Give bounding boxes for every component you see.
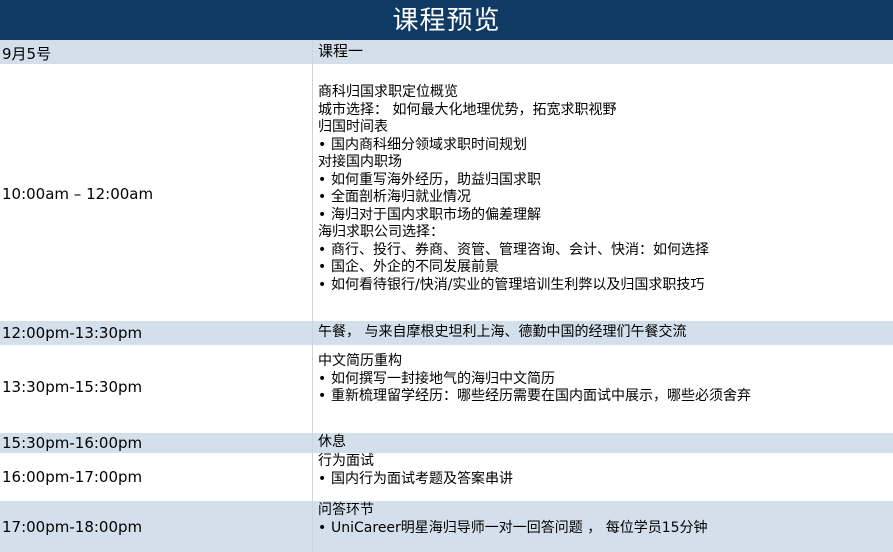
column-divider [312, 433, 313, 453]
line-text: 国内商科细分领域求职时间规划 [331, 136, 527, 153]
time-cell: 16:00pm-17:00pm [2, 468, 143, 486]
table-row: 10:00am – 12:00am 商科归国求职定位概览 城市选择： 如何最大化地… [0, 64, 893, 321]
bullet-icon: • [318, 470, 327, 487]
content-cell: 商科归国求职定位概览 城市选择： 如何最大化地理优势，拓宽求职视野 归国时间表 • 国内… [318, 84, 888, 294]
bullet-item: • 如何看待银行/快消/实业的管理培训生利弊以及归国求职技巧 [318, 277, 888, 295]
section-heading: 休息 [318, 434, 888, 452]
line-text: 午餐， 与来自摩根史坦利上海、德勤中国的经理们午餐交流 [318, 324, 687, 340]
line-text: 如何看待银行/快消/实业的管理培训生利弊以及归国求职技巧 [331, 276, 705, 293]
section-heading: 行为面试 [318, 453, 888, 471]
section-heading: 海归求职公司选择： [318, 224, 888, 242]
bullet-icon: • [318, 241, 327, 258]
section-heading: 问答环节 [318, 502, 888, 520]
section-heading: 商科归国求职定位概览 [318, 84, 888, 102]
time-cell: 10:00am – 12:00am [2, 185, 154, 203]
table-row: 13:30pm-15:30pm 中文简历重构 • 如何撰写一封接地气的海归中文简历 •… [0, 345, 893, 433]
content-cell: 中文简历重构 • 如何撰写一封接地气的海归中文简历 • 重新梳理留学经历：哪些经历需要在… [318, 353, 888, 406]
bullet-item: • 海归对于国内求职市场的偏差理解 [318, 207, 888, 225]
bullet-icon: • [318, 259, 327, 275]
table-row: 17:00pm-18:00pm 问答环节 • UniCareer明星海归导师一对一回… [0, 501, 893, 552]
bullet-item: • 商行、投行、券商、资管、管理咨询、会计、快消：如何选择 [318, 242, 888, 260]
line-text: UniCareer明星海归导师一对一回答问题 ， 每位学员15分钟 [331, 519, 708, 536]
bullet-item: • 重新梳理留学经历：哪些经历需要在国内面试中展示，哪些必须舍弃 [318, 388, 888, 406]
section-heading: 中文简历重构 [318, 353, 888, 371]
bullet-item: • 国内商科细分领域求职时间规划 [318, 137, 888, 155]
table-row: 16:00pm-17:00pm 行为面试 • 国内行为面试考题及答案串讲 [0, 453, 893, 501]
line-text: 商科归国求职定位概览 [318, 84, 458, 100]
bullet-item: • 国内行为面试考题及答案串讲 [318, 471, 888, 489]
section-heading: 对接国内职场 [318, 154, 888, 172]
line-text: 如何撰写一封接地气的海归中文简历 [331, 370, 555, 387]
bullet-item: • 如何重写海外经历，助益归国求职 [318, 172, 888, 190]
line-text: 商行、投行、券商、资管、管理咨询、会计、快消：如何选择 [331, 241, 709, 258]
section-heading: 午餐， 与来自摩根史坦利上海、德勤中国的经理们午餐交流 [318, 324, 888, 342]
line-text: 对接国内职场 [318, 154, 402, 170]
time-cell: 17:00pm-18:00pm [2, 518, 143, 536]
line-text: 海归求职公司选择： [318, 224, 444, 240]
bullet-icon: • [318, 370, 327, 387]
table-row: 15:30pm-16:00pm 休息 [0, 433, 893, 453]
bullet-icon: • [318, 136, 327, 153]
line-text: 休息 [318, 434, 346, 450]
content-cell: 行为面试 • 国内行为面试考题及答案串讲 [318, 453, 888, 488]
date-header: 9月5号 [2, 45, 52, 63]
content-cell: 问答环节 • UniCareer明星海归导师一对一回答问题 ， 每位学员15分钟 [318, 502, 888, 537]
bullet-icon: • [318, 276, 327, 293]
page-title: 课程预览 [0, 0, 893, 40]
bullet-icon: • [318, 189, 327, 205]
line-text: 问答环节 [318, 502, 374, 518]
table-row: 12:00pm-13:30pm 午餐， 与来自摩根史坦利上海、德勤中国的经理们午… [0, 321, 893, 345]
time-cell: 12:00pm-13:30pm [2, 324, 143, 342]
line-text: 如何重写海外经历，助益归国求职 [331, 171, 541, 188]
column-divider [312, 453, 313, 501]
content-cell: 休息 [318, 434, 888, 452]
column-divider [312, 345, 313, 433]
column-divider [312, 64, 313, 321]
section-heading: 城市选择： 如何最大化地理优势，拓宽求职视野 [318, 102, 888, 120]
table-header-row: 9月5号 课程一 [0, 40, 893, 64]
bullet-icon: • [318, 519, 327, 536]
line-text: 行为面试 [318, 453, 374, 469]
bullet-item: • UniCareer明星海归导师一对一回答问题 ， 每位学员15分钟 [318, 520, 888, 538]
line-text: 全面剖析海归就业情况 [331, 189, 471, 205]
time-cell: 15:30pm-16:00pm [2, 434, 143, 452]
section-heading: 归国时间表 [318, 119, 888, 137]
line-text: 重新梳理留学经历：哪些经历需要在国内面试中展示，哪些必须舍弃 [331, 388, 751, 404]
bullet-icon: • [318, 171, 327, 188]
line-text: 国企、外企的不同发展前景 [331, 259, 499, 275]
line-text: 归国时间表 [318, 119, 388, 135]
bullet-icon: • [318, 388, 327, 404]
bullet-item: • 如何撰写一封接地气的海归中文简历 [318, 371, 888, 389]
column-divider [312, 40, 313, 64]
column-divider [312, 501, 313, 552]
content-cell: 午餐， 与来自摩根史坦利上海、德勤中国的经理们午餐交流 [318, 324, 888, 342]
bullet-item: • 国企、外企的不同发展前景 [318, 259, 888, 277]
column-divider [312, 321, 313, 345]
line-text: 海归对于国内求职市场的偏差理解 [331, 206, 541, 223]
bullet-icon: • [318, 206, 327, 223]
time-cell: 13:30pm-15:30pm [2, 378, 143, 396]
line-text: 中文简历重构 [318, 353, 402, 369]
course-header: 课程一 [318, 42, 364, 60]
line-text: 城市选择： 如何最大化地理优势，拓宽求职视野 [318, 101, 617, 118]
bullet-item: • 全面剖析海归就业情况 [318, 189, 888, 207]
line-text: 国内行为面试考题及答案串讲 [331, 470, 513, 487]
